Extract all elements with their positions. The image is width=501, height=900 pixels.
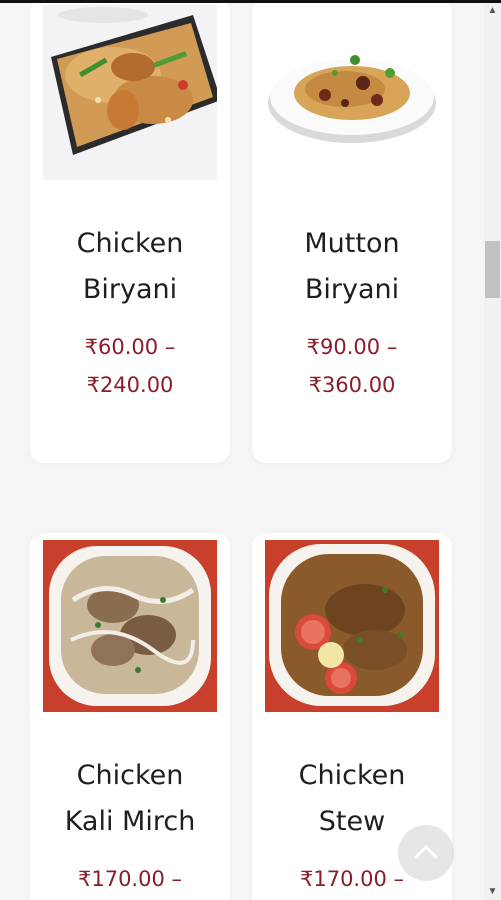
- chicken-kali-mirch-image[interactable]: [43, 540, 217, 712]
- product-card[interactable]: Chicken Biryani ₹60.00 – ₹240.00: [30, 3, 230, 463]
- product-name[interactable]: Chicken: [252, 753, 452, 799]
- mutton-biryani-image[interactable]: [265, 5, 439, 180]
- scroll-up-arrow-icon[interactable]: ▲: [484, 3, 501, 19]
- product-name[interactable]: Chicken: [30, 221, 230, 267]
- product-card[interactable]: Chicken Kali Mirch ₹170.00 –: [30, 533, 230, 900]
- product-price-line2: ₹360.00: [308, 373, 396, 397]
- product-price: ₹170.00 –: [77, 867, 182, 891]
- product-price-line2: ₹240.00: [86, 373, 174, 397]
- biryani-photo-icon: [43, 5, 217, 180]
- scroll-down-arrow-icon[interactable]: ▼: [484, 884, 501, 900]
- curry-photo-icon: [265, 540, 439, 712]
- curry-photo-icon: [43, 540, 217, 712]
- product-name-line2[interactable]: Biryani: [252, 267, 452, 313]
- chevron-up-icon: [414, 845, 438, 859]
- chicken-biryani-image[interactable]: [43, 5, 217, 180]
- product-name[interactable]: Chicken: [30, 753, 230, 799]
- product-price: ₹60.00 –: [84, 335, 176, 359]
- product-name-line2[interactable]: Biryani: [30, 267, 230, 313]
- product-grid: Chicken Biryani ₹60.00 – ₹240.00 Mutton: [0, 3, 484, 900]
- chicken-stew-image[interactable]: [265, 540, 439, 712]
- biryani-photo-icon: [265, 5, 439, 180]
- vertical-scrollbar[interactable]: ▲ ▼: [484, 3, 501, 900]
- product-card[interactable]: Mutton Biryani ₹90.00 – ₹360.00: [252, 3, 452, 463]
- product-price: ₹90.00 –: [306, 335, 398, 359]
- product-name-line2[interactable]: Kali Mirch: [30, 799, 230, 845]
- scroll-to-top-button[interactable]: [398, 825, 454, 881]
- scrollbar-thumb[interactable]: [485, 241, 500, 298]
- product-name[interactable]: Mutton: [252, 221, 452, 267]
